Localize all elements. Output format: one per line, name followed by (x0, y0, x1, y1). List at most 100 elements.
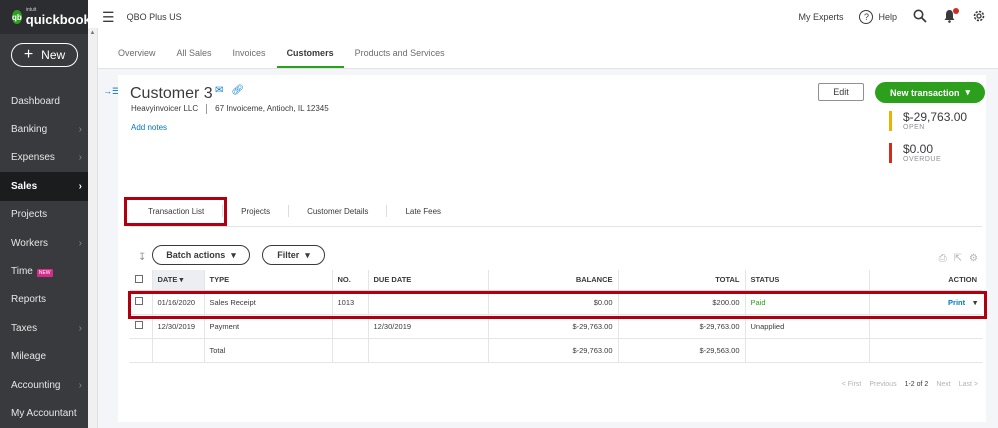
plus-icon: + (23, 46, 34, 63)
help-button[interactable]: ? Help (859, 10, 897, 24)
search-icon[interactable] (913, 9, 927, 26)
total-balance: $-29,763.00 (488, 338, 619, 363)
qb-logo-icon: qb (12, 10, 22, 24)
subtab-customer-details[interactable]: Customer Details (289, 205, 388, 217)
sidebar-item-taxes[interactable]: Taxes › (0, 314, 88, 342)
gear-icon[interactable] (972, 9, 986, 26)
chevron-right-icon: › (78, 322, 82, 334)
sidebar-item-label: My Accountant (11, 407, 77, 419)
sidebar-item-my-accountant[interactable]: My Accountant (0, 399, 88, 427)
chevron-right-icon: › (78, 124, 82, 136)
add-notes-link[interactable]: Add notes (131, 123, 167, 132)
sidebar-item-expenses[interactable]: Expenses › (0, 144, 88, 172)
customer-info: Heavyinvoicer LLC 67 Invoiceme, Antioch,… (131, 104, 329, 114)
batch-actions-button[interactable]: Batch actions ▾ (152, 245, 250, 265)
header-status[interactable]: STATUS (745, 270, 870, 291)
chevron-right-icon: › (78, 180, 82, 192)
tab-all-sales[interactable]: All Sales (177, 48, 212, 68)
subtab-projects[interactable]: Projects (223, 205, 290, 217)
divider (206, 104, 208, 114)
print-icon[interactable]: ⎙ (939, 253, 947, 264)
header-date[interactable]: DATE ▾ (152, 270, 205, 291)
chevron-right-icon: › (78, 379, 82, 391)
sidebar-item-label: Expenses (11, 152, 55, 164)
sidebar-item-projects[interactable]: Projects (0, 201, 88, 229)
quickbooks-logo[interactable]: qb intuit quickbooks (0, 0, 98, 34)
table-tools: ⎙ ⇱ ⚙ (939, 253, 978, 264)
sidebar-item-dashboard[interactable]: Dashboard (0, 87, 88, 115)
sidebar-item-banking[interactable]: Banking › (0, 115, 88, 143)
row-checkbox[interactable] (135, 321, 143, 329)
edit-button[interactable]: Edit (818, 83, 864, 101)
table-total-row: Total $-29,763.00 $-29,563.00 (130, 338, 982, 363)
tab-overview[interactable]: Overview (118, 48, 156, 68)
sidebar-item-label: Banking (11, 124, 48, 136)
sidebar: qb intuit quickbooks + New Dashboard Ban… (0, 0, 98, 428)
select-all-checkbox[interactable] (135, 274, 143, 283)
chevron-right-icon: › (78, 152, 82, 164)
link-icon[interactable]: 🔗︎ (231, 85, 244, 96)
new-button[interactable]: + New (11, 43, 78, 67)
customer-company: Heavyinvoicer LLC (131, 104, 199, 113)
tab-products-and-services[interactable]: Products and Services (355, 48, 445, 68)
transaction-list-highlight (124, 197, 227, 226)
sidebar-scrollbar[interactable]: ▲ (88, 28, 98, 428)
sidebar-item-workers[interactable]: Workers › (0, 229, 88, 257)
sales-receipt-row-highlight (128, 291, 987, 319)
overdue-amount: $0.00 (903, 142, 934, 156)
subtabs-divider (130, 226, 982, 227)
envelope-icon[interactable]: ✉ (215, 85, 223, 96)
sidebar-item-accounting[interactable]: Accounting › (0, 371, 88, 399)
notification-dot (953, 7, 959, 14)
customer-contact-icons: ✉ 🔗︎ (215, 85, 244, 96)
subtab-late-fees[interactable]: Late Fees (387, 205, 459, 217)
sidebar-item-mileage[interactable]: Mileage (0, 343, 88, 371)
sidebar-item-label: Sales (11, 180, 38, 192)
settings-gear-icon[interactable]: ⚙ (969, 253, 978, 264)
new-transaction-label: New transaction (889, 87, 960, 98)
pagination: < First Previous 1-2 of 2 Next Last > (842, 381, 978, 388)
pager-last[interactable]: Last > (959, 381, 978, 388)
pager-range: 1-2 of 2 (904, 381, 929, 388)
open-balance-summary: $-29,763.00 OPEN (889, 111, 967, 131)
header-no[interactable]: NO. (332, 270, 369, 291)
customer-address: 67 Invoiceme, Antioch, IL 12345 (215, 104, 329, 113)
pager-next[interactable]: Next (936, 381, 950, 388)
export-icon[interactable]: ⇱ (954, 253, 962, 264)
new-transaction-button[interactable]: New transaction ▾ (875, 82, 985, 103)
tab-invoices[interactable]: Invoices (233, 48, 266, 68)
overdue-label: OVERDUE (903, 156, 942, 163)
sort-arrow-icon[interactable]: ↧ (138, 252, 146, 263)
header-total[interactable]: TOTAL (618, 270, 746, 291)
filter-label: Filter (277, 250, 300, 260)
bell-icon[interactable] (943, 7, 959, 26)
sidebar-item-sales[interactable]: Sales › (0, 172, 88, 201)
overdue-balance-summary: $0.00 OVERDUE (889, 143, 941, 163)
sales-tabs: Overview All Sales Invoices Customers Pr… (118, 48, 445, 68)
sidebar-item-reports[interactable]: Reports (0, 286, 88, 314)
sidebar-nav: Dashboard Banking › Expenses › Sales › Proj… (0, 87, 88, 428)
pager-previous[interactable]: Previous (869, 381, 896, 388)
sidebar-item-label: Taxes (11, 322, 38, 334)
caret-down-icon: ▾ (965, 87, 971, 97)
help-label: Help (878, 12, 897, 22)
new-badge: NEW (36, 269, 53, 278)
tab-customers[interactable]: Customers (276, 48, 344, 68)
sidebar-item-label: Workers (11, 237, 49, 249)
sidebar-item-time[interactable]: Time NEW (0, 257, 88, 285)
total-label: Total (204, 338, 333, 363)
sidebar-item-label: Accounting (11, 379, 61, 391)
header-type[interactable]: TYPE (204, 270, 333, 291)
header-balance[interactable]: BALANCE (488, 270, 619, 291)
sidebar-item-label: Projects (11, 209, 48, 221)
company-name: QBO Plus US (126, 12, 182, 22)
caret-down-icon: ▾ (231, 249, 236, 260)
pager-first[interactable]: < First (842, 381, 862, 388)
total-total: $-29,563.00 (618, 338, 746, 363)
hamburger-menu-icon[interactable]: ☰ (102, 9, 115, 26)
filter-button[interactable]: Filter ▾ (262, 245, 325, 265)
my-experts-link[interactable]: My Experts (798, 12, 843, 22)
new-button-label: New (41, 48, 66, 62)
select-all-cell[interactable] (130, 270, 153, 291)
header-due-date[interactable]: DUE DATE (368, 270, 489, 291)
